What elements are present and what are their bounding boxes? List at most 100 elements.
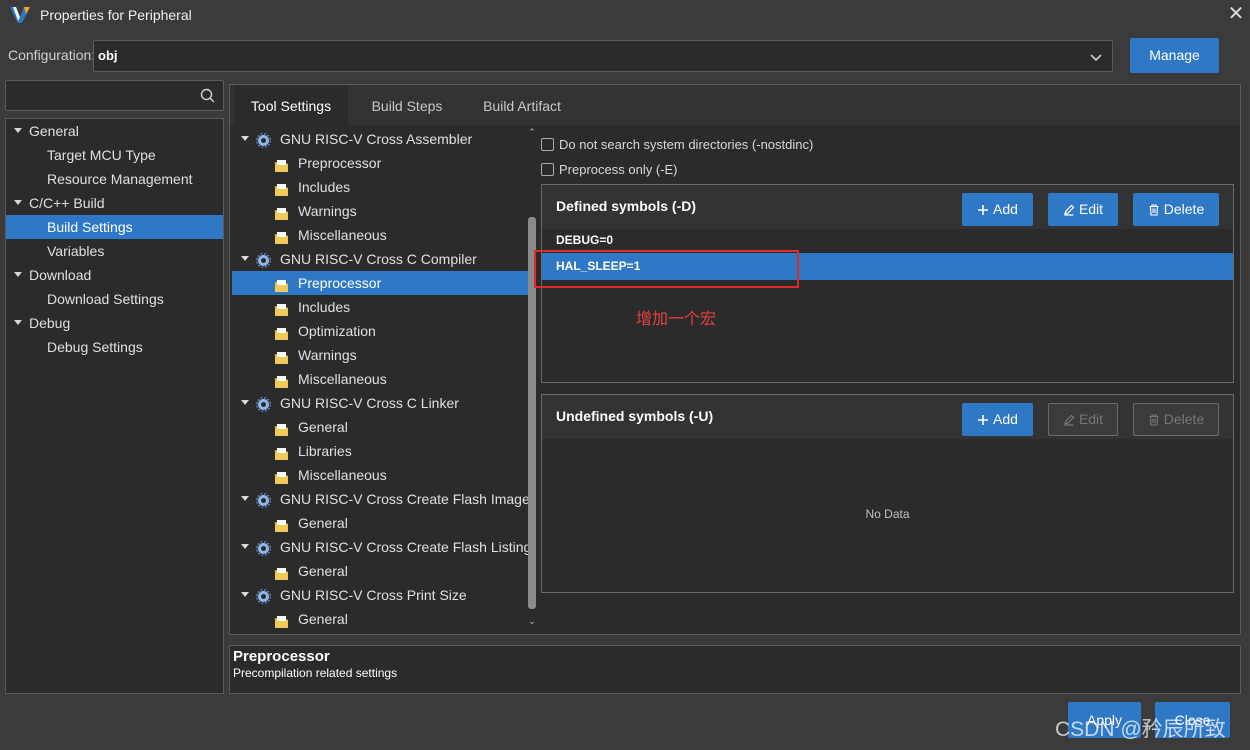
tool-option-includes[interactable]: Includes	[232, 175, 528, 199]
tool-option-general[interactable]: General	[232, 607, 528, 629]
nav-item-label: C/C++ Build	[29, 195, 105, 211]
main-panel: Tool Settings Build Steps Build Artifact…	[229, 84, 1241, 635]
tool-tree-label: GNU RISC-V Cross Create Flash Listing	[280, 539, 528, 555]
tool-settings-tree: GNU RISC-V Cross Assembler Preprocessor …	[232, 127, 528, 629]
defined-delete-button[interactable]: Delete	[1133, 193, 1219, 226]
tool-option-warnings[interactable]: Warnings	[232, 343, 528, 367]
tool-tree-label: Libraries	[298, 443, 352, 459]
tool-c-compiler[interactable]: GNU RISC-V Cross C Compiler	[232, 247, 528, 271]
tool-option-preprocessor[interactable]: Preprocessor	[232, 151, 528, 175]
tab-build-artifact[interactable]: Build Artifact	[466, 85, 578, 125]
nostdinc-checkbox[interactable]	[541, 138, 554, 151]
tool-option-miscellaneous[interactable]: Miscellaneous	[232, 367, 528, 391]
tool-option-libraries[interactable]: Libraries	[232, 439, 528, 463]
tool-tree-label: General	[298, 515, 348, 531]
nav-item-resource-management[interactable]: Resource Management	[6, 167, 223, 191]
nav-item-debug-settings[interactable]: Debug Settings	[6, 335, 223, 359]
pencil-icon	[1063, 204, 1075, 216]
folder-icon	[274, 372, 289, 388]
manage-button[interactable]: Manage	[1130, 38, 1219, 73]
nav-item-label: General	[29, 123, 79, 139]
expand-caret-icon[interactable]	[241, 136, 249, 141]
tool-c-linker[interactable]: GNU RISC-V Cross C Linker	[232, 391, 528, 415]
expand-caret-icon[interactable]	[14, 272, 22, 277]
settings-nav-tree: General Target MCU Type Resource Managem…	[5, 118, 224, 694]
tool-tree-label: Preprocessor	[298, 275, 382, 291]
tool-option-warnings[interactable]: Warnings	[232, 199, 528, 223]
gear-icon	[256, 395, 271, 412]
folder-icon	[274, 276, 289, 292]
plus-icon	[978, 205, 989, 215]
tool-option-optimization[interactable]: Optimization	[232, 319, 528, 343]
tool-option-miscellaneous[interactable]: Miscellaneous	[232, 463, 528, 487]
expand-caret-icon[interactable]	[241, 544, 249, 549]
folder-icon	[274, 348, 289, 364]
expand-caret-icon[interactable]	[241, 256, 249, 261]
tool-tree-label: Preprocessor	[298, 155, 382, 171]
nav-item-target-mcu-type[interactable]: Target MCU Type	[6, 143, 223, 167]
nav-item-build-settings[interactable]: Build Settings	[6, 215, 223, 239]
nav-item-label: Debug	[29, 315, 71, 331]
tool-assembler[interactable]: GNU RISC-V Cross Assembler	[232, 127, 528, 151]
gear-icon	[256, 491, 271, 508]
folder-icon	[274, 300, 289, 316]
watermark: CSDN @矜辰所致	[1055, 718, 1226, 741]
close-window-icon[interactable]: ✕	[1226, 4, 1246, 24]
nav-item-download[interactable]: Download	[6, 263, 223, 287]
expand-caret-icon[interactable]	[241, 592, 249, 597]
nav-item-label: Resource Management	[47, 171, 193, 187]
tool-create-flash-listing[interactable]: GNU RISC-V Cross Create Flash Listing	[232, 535, 528, 559]
preprocess-only-checkbox[interactable]	[541, 163, 554, 176]
nav-item-variables[interactable]: Variables	[6, 239, 223, 263]
expand-caret-icon[interactable]	[14, 200, 22, 205]
configuration-select[interactable]: obj	[93, 40, 1113, 72]
tool-option-includes[interactable]: Includes	[232, 295, 528, 319]
undefined-symbols-panel: Undefined symbols (-U) Add Edit Delete N…	[541, 394, 1234, 593]
defined-symbols-header: Defined symbols (-D) Add Edit Delete	[542, 185, 1233, 229]
nav-item-cc-build[interactable]: C/C++ Build	[6, 191, 223, 215]
search-icon[interactable]	[200, 88, 215, 103]
tool-print-size[interactable]: GNU RISC-V Cross Print Size	[232, 583, 528, 607]
search-input[interactable]	[5, 80, 224, 111]
tab-build-steps[interactable]: Build Steps	[352, 85, 462, 125]
tool-tree-label: Optimization	[298, 323, 376, 339]
trash-icon	[1149, 204, 1159, 216]
expand-caret-icon[interactable]	[14, 320, 22, 325]
undefined-edit-button[interactable]: Edit	[1048, 403, 1118, 436]
tab-tool-settings[interactable]: Tool Settings	[234, 85, 348, 125]
tool-tree-label: Warnings	[298, 203, 357, 219]
tool-option-preprocessor-selected[interactable]: Preprocessor	[232, 271, 528, 295]
nav-item-label: Download Settings	[47, 291, 164, 307]
configuration-label: Configuration:	[8, 47, 96, 63]
tool-create-flash-image[interactable]: GNU RISC-V Cross Create Flash Image	[232, 487, 528, 511]
tool-option-general[interactable]: General	[232, 511, 528, 535]
tool-tree-label: Miscellaneous	[298, 467, 387, 483]
scroll-down-icon[interactable]: ⌄	[527, 616, 537, 626]
tool-option-miscellaneous[interactable]: Miscellaneous	[232, 223, 528, 247]
scroll-up-icon[interactable]: ⌃	[527, 127, 537, 137]
expand-caret-icon[interactable]	[14, 128, 22, 133]
folder-icon	[274, 468, 289, 484]
tool-option-general[interactable]: General	[232, 415, 528, 439]
nav-item-label: Debug Settings	[47, 339, 143, 355]
gear-icon	[256, 251, 271, 268]
folder-icon	[274, 420, 289, 436]
expand-caret-icon[interactable]	[241, 400, 249, 405]
defined-add-button[interactable]: Add	[962, 193, 1033, 226]
edit-label: Edit	[1078, 411, 1104, 427]
tool-tree-scrollbar[interactable]: ⌃ ⌄	[527, 127, 537, 629]
nav-item-general[interactable]: General	[6, 119, 223, 143]
nav-item-debug[interactable]: Debug	[6, 311, 223, 335]
expand-caret-icon[interactable]	[241, 496, 249, 501]
tool-tree-label: General	[298, 563, 348, 579]
nav-item-label: Target MCU Type	[47, 147, 156, 163]
defined-edit-button[interactable]: Edit	[1048, 193, 1118, 226]
undefined-delete-button[interactable]: Delete	[1133, 403, 1219, 436]
tool-tree-label: GNU RISC-V Cross C Linker	[280, 395, 459, 411]
undefined-add-button[interactable]: Add	[962, 403, 1033, 436]
app-logo-icon	[9, 5, 31, 25]
folder-icon	[274, 516, 289, 532]
tool-option-general[interactable]: General	[232, 559, 528, 583]
gear-icon	[256, 587, 271, 604]
nav-item-download-settings[interactable]: Download Settings	[6, 287, 223, 311]
